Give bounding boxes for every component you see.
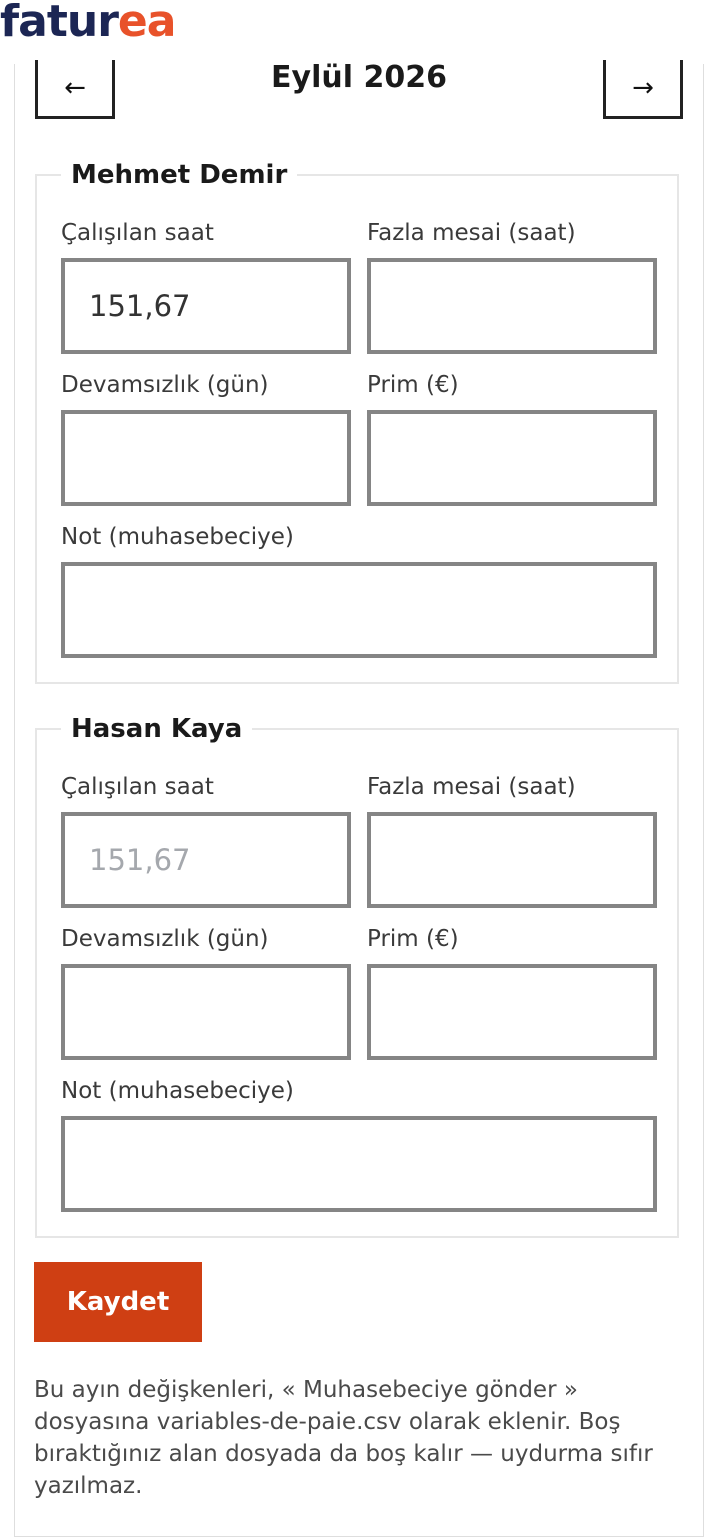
hours-label: Çalışılan saat [61, 220, 214, 246]
employee-name: Hasan Kaya [61, 713, 253, 745]
absence-input[interactable] [61, 964, 351, 1060]
absence-input[interactable] [61, 410, 351, 506]
logo-part-1: fatur [0, 0, 119, 47]
hours-label: Çalışılan saat [61, 774, 214, 800]
top-bar: faturea [0, 0, 716, 64]
employee-fieldset-mehmet-demir: Mehmet Demir Çalışılan saat Fazla mesai … [35, 159, 679, 684]
arrow-right-icon: → [632, 73, 654, 103]
bonus-label: Prim (€) [367, 926, 459, 952]
note-input[interactable] [61, 1116, 657, 1212]
note-label: Not (muhasebeciye) [61, 1078, 294, 1104]
note-label: Not (muhasebeciye) [61, 524, 294, 550]
month-title: Eylül 2026 [271, 60, 447, 95]
save-button[interactable]: Kaydet [34, 1262, 202, 1342]
absence-label: Devamsızlık (gün) [61, 926, 269, 952]
bonus-input[interactable] [367, 410, 657, 506]
bonus-input[interactable] [367, 964, 657, 1060]
absence-label: Devamsızlık (gün) [61, 372, 269, 398]
employee-fieldset-hasan-kaya: Hasan Kaya Çalışılan saat Fazla mesai (s… [35, 713, 679, 1238]
overtime-label: Fazla mesai (saat) [367, 774, 576, 800]
note-input[interactable] [61, 562, 657, 658]
logo-part-2: ea [117, 0, 177, 47]
help-text: Bu ayın değişkenleri, « Muhasebeciye gön… [34, 1377, 653, 1499]
overtime-input[interactable] [367, 812, 657, 908]
employee-name: Mehmet Demir [61, 159, 298, 191]
overtime-label: Fazla mesai (saat) [367, 220, 576, 246]
hours-input[interactable]: 151,67 [61, 812, 351, 908]
overtime-input[interactable] [367, 258, 657, 354]
hours-input[interactable]: 151,67 [61, 258, 351, 354]
bonus-label: Prim (€) [367, 372, 459, 398]
next-month-button[interactable]: → [603, 60, 683, 119]
faturea-logo[interactable]: faturea [0, 0, 177, 50]
